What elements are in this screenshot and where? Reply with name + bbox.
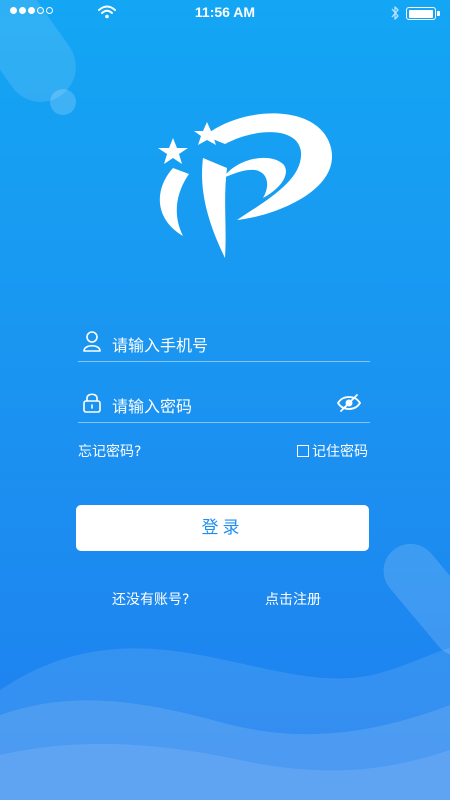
login-button[interactable]: 登录 [76,505,369,551]
battery-fill [408,9,433,18]
login-screen: 11:56 AM 请输入手机号 请输入密码 忘记密码? 记住密码 登录 还没有账… [0,0,450,800]
no-account-text: 还没有账号? [112,592,190,608]
lock-icon [83,393,101,413]
remember-password-toggle[interactable]: 记住密码 [297,441,368,461]
forgot-password-link[interactable]: 忘记密码? [78,441,141,461]
status-bar: 11:56 AM [0,0,450,26]
remember-checkbox[interactable] [297,445,309,457]
register-link[interactable]: 点击注册 [265,589,321,609]
password-field[interactable]: 请输入密码 [78,387,370,423]
remember-password-label: 记住密码 [312,444,368,460]
app-logo-icon [158,113,333,258]
phone-field[interactable]: 请输入手机号 [78,326,370,362]
battery-tip [437,11,440,16]
bluetooth-icon [391,6,399,20]
status-time: 11:56 AM [194,4,256,20]
user-icon [83,331,101,352]
eye-hidden-icon[interactable] [336,392,362,414]
phone-input[interactable]: 请输入手机号 [112,332,208,356]
battery-icon [406,7,440,20]
password-input[interactable]: 请输入密码 [112,393,192,417]
